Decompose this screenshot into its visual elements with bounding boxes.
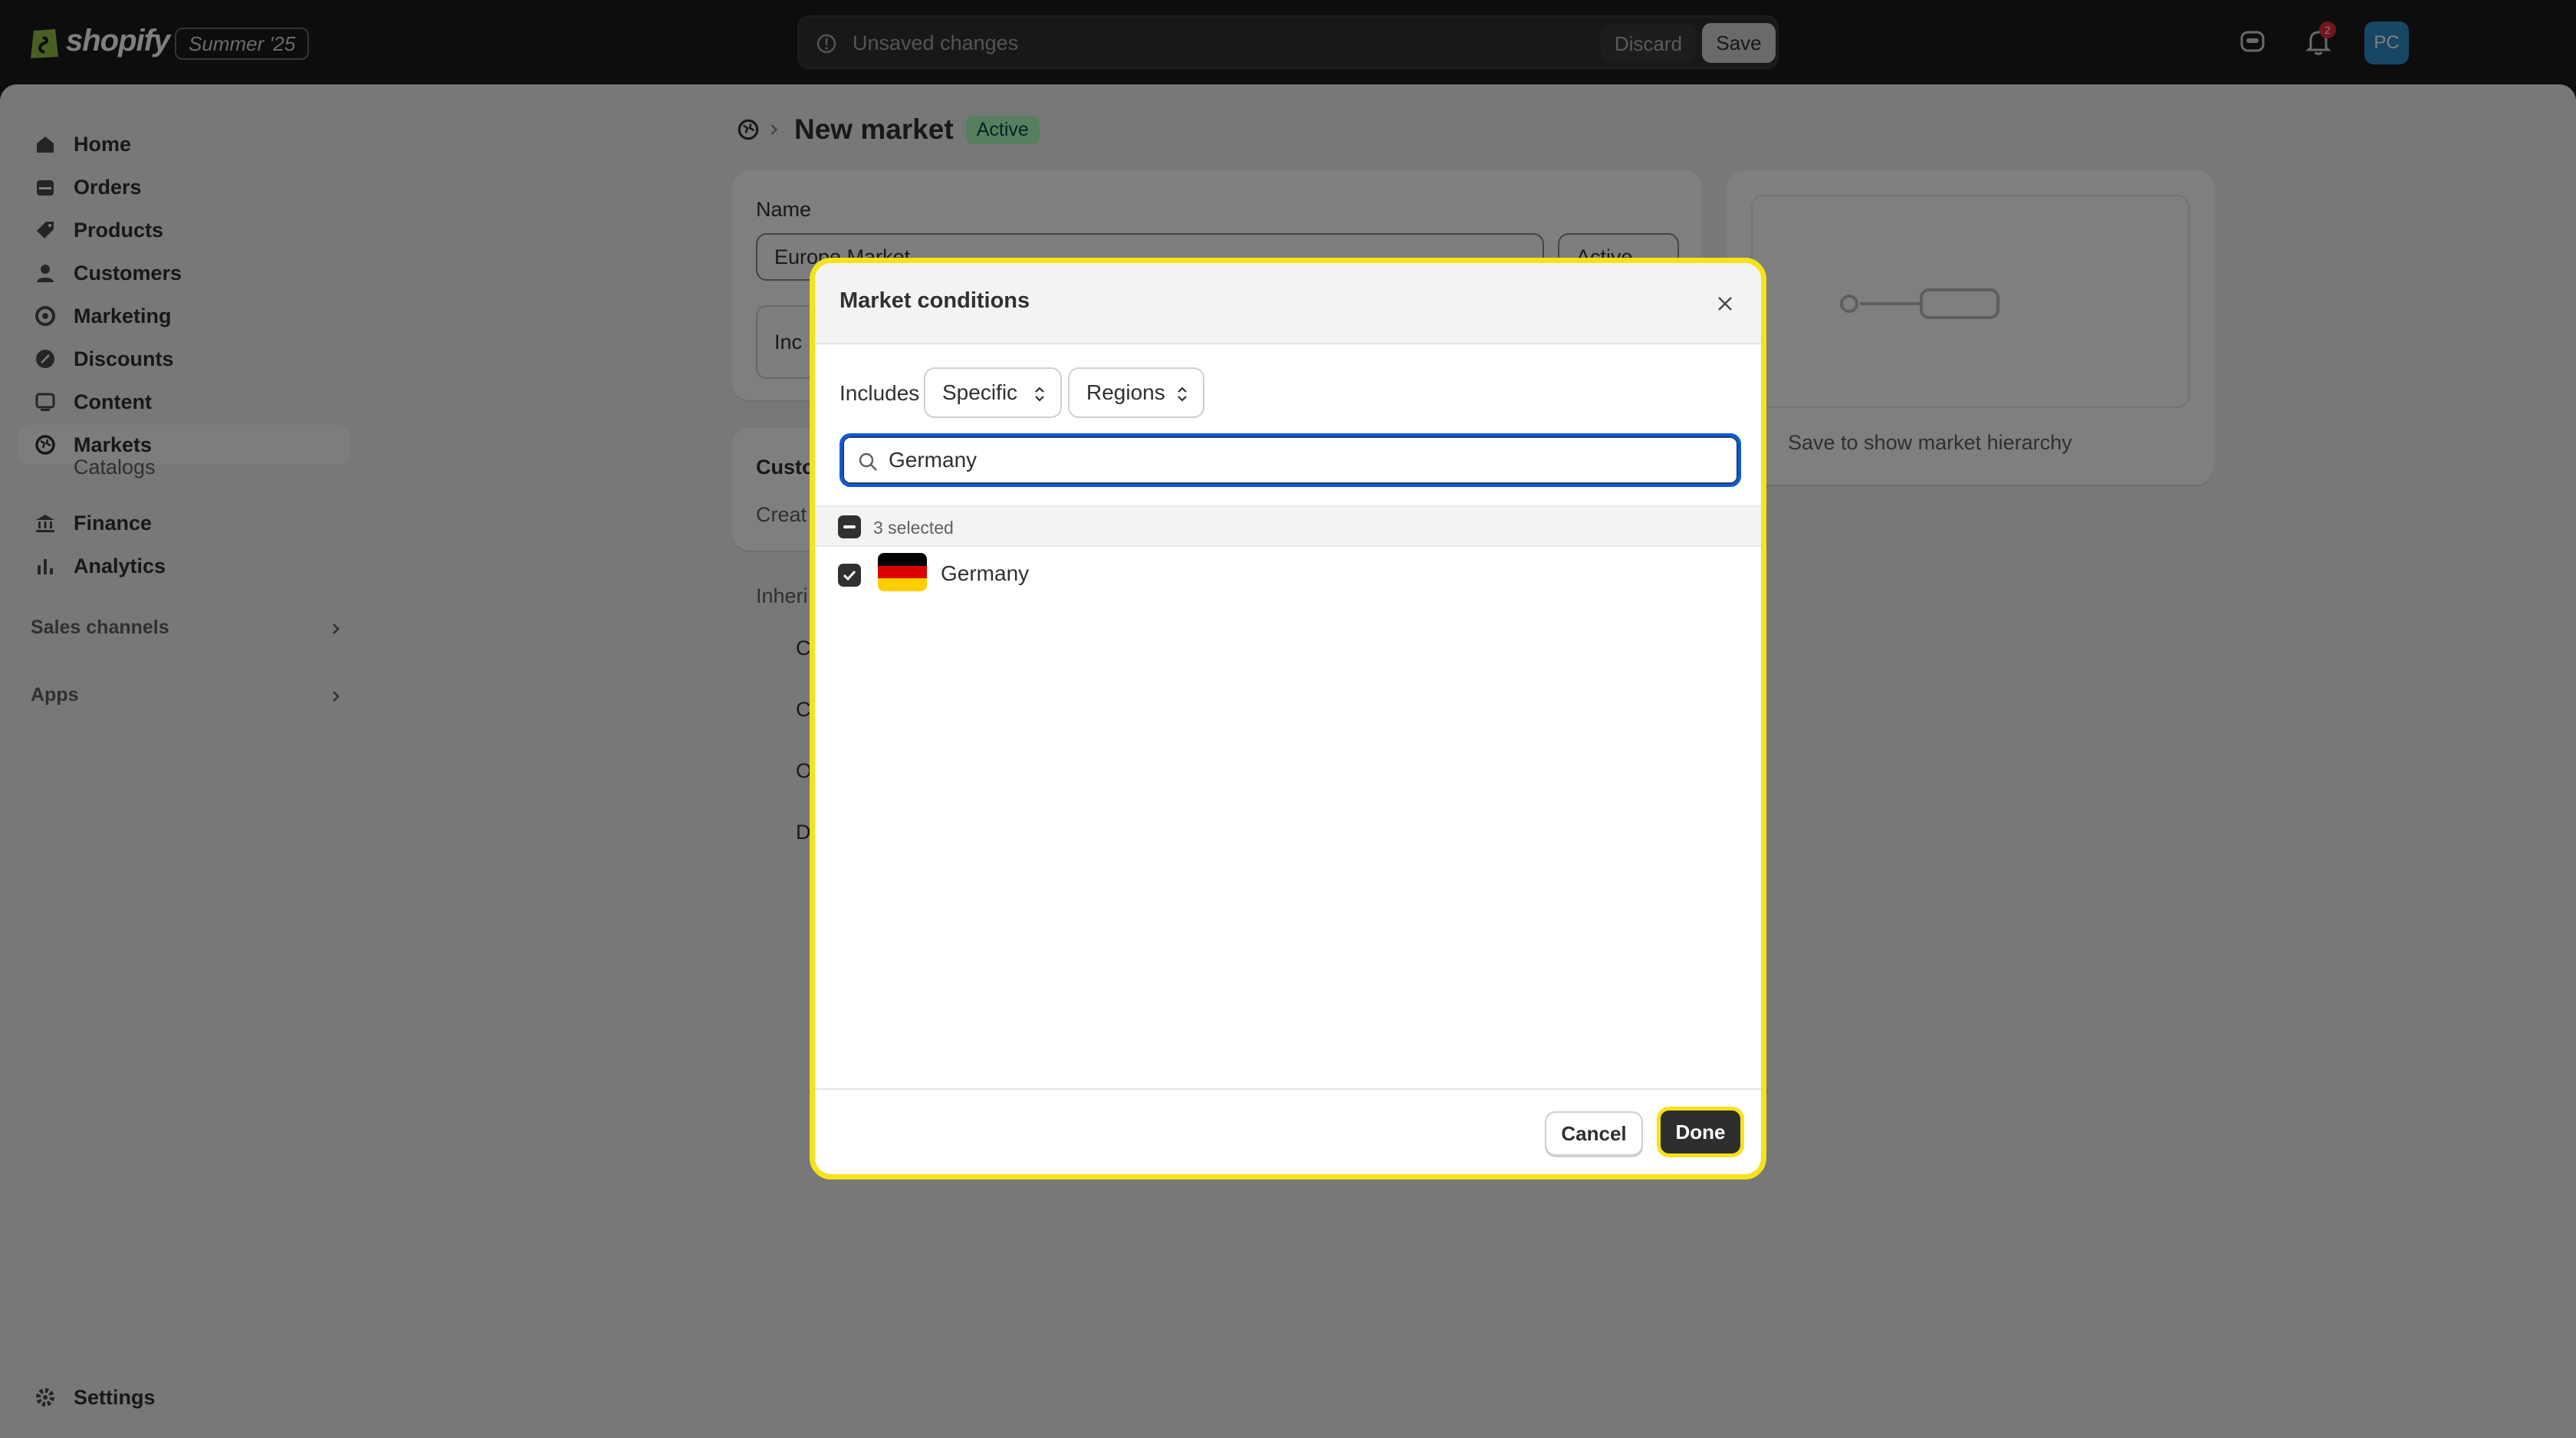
modal-header: Market conditions [815,263,1761,344]
flag-stripe [878,578,927,591]
flag-stripe [878,553,927,566]
select-arrows-icon [1178,387,1187,402]
cancel-button[interactable]: Cancel [1545,1111,1643,1156]
scope-select-value: Specific [942,380,1018,404]
select-all-checkbox[interactable] [838,515,861,538]
footer-divider [815,1088,1761,1090]
select-arrows-icon [1035,387,1044,402]
type-select-value: Regions [1086,380,1165,404]
modal-title: Market conditions [840,288,1030,313]
flag-stripe [878,565,927,579]
bulk-select-bar: 3 selected [815,505,1761,547]
search-icon [859,452,877,471]
search-input[interactable] [889,444,1717,476]
market-conditions-modal: Market conditions Includes Specific Regi… [810,258,1766,1180]
selected-count: 3 selected [873,518,954,538]
search-field[interactable] [840,433,1741,487]
checkmark-icon [843,570,856,581]
country-checkbox[interactable] [838,564,861,587]
includes-label: Includes [840,381,920,405]
country-name: Germany [941,561,1030,585]
done-button[interactable]: Done [1657,1107,1744,1157]
germany-flag-icon [878,553,927,591]
close-icon[interactable] [1712,291,1738,317]
type-select[interactable]: Regions [1068,367,1204,418]
list-item[interactable]: Germany [815,548,1761,601]
scope-select[interactable]: Specific [924,367,1062,418]
indeterminate-mark-icon [843,525,856,528]
